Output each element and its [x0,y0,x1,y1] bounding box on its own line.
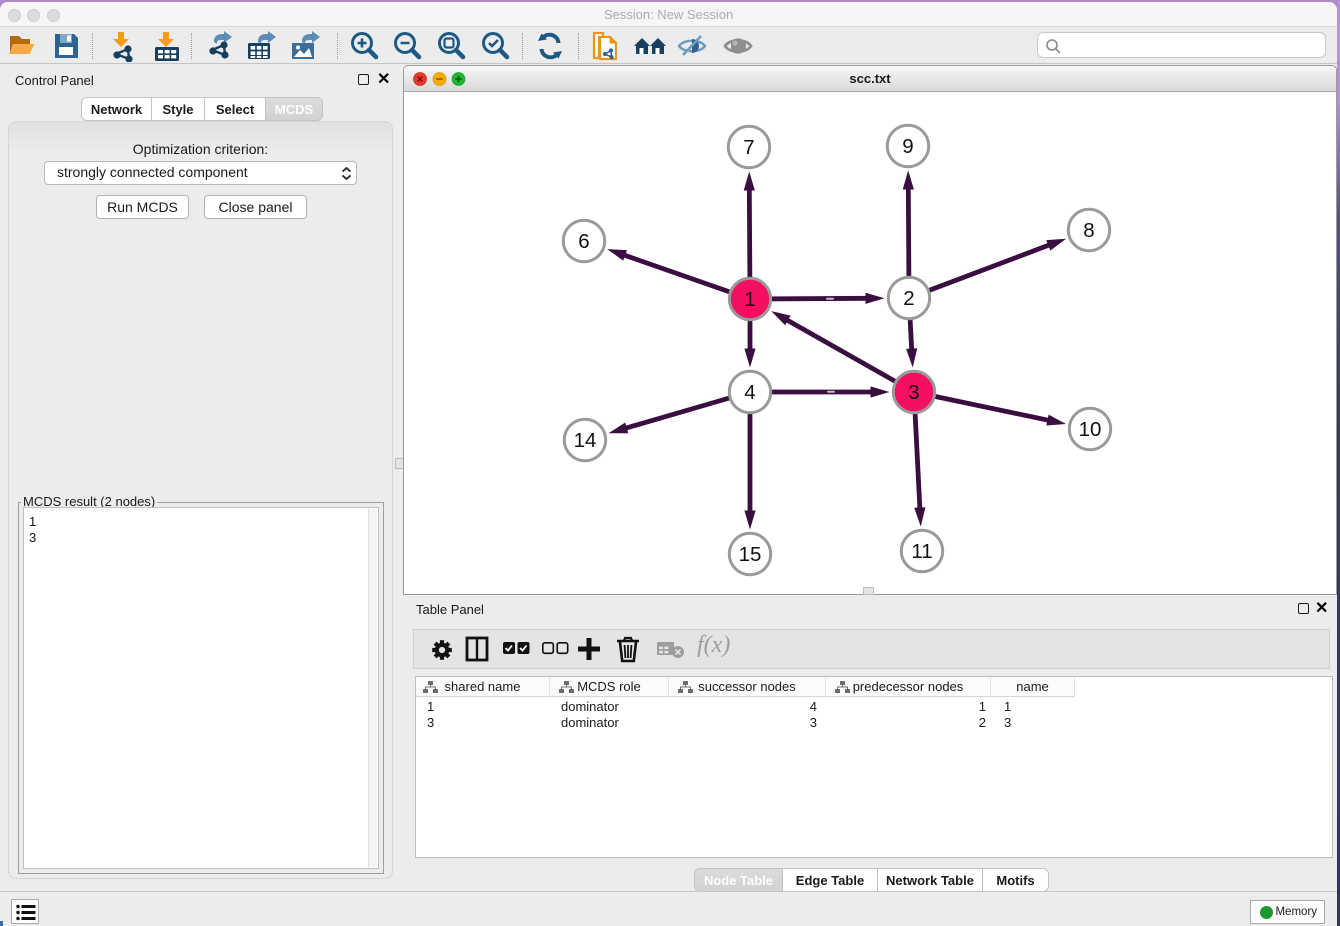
svg-text:3: 3 [908,381,919,404]
svg-text:9: 9 [902,135,913,158]
svg-text:8: 8 [1083,219,1094,242]
svg-text:4: 4 [744,381,755,404]
svg-text:11: 11 [911,540,932,563]
svg-text:1: 1 [744,288,755,311]
svg-text:2: 2 [903,287,914,310]
svg-text:10: 10 [1079,418,1102,441]
svg-text:15: 15 [739,543,762,566]
svg-text:14: 14 [574,429,597,452]
svg-text:6: 6 [578,230,589,253]
svg-text:7: 7 [743,136,754,159]
